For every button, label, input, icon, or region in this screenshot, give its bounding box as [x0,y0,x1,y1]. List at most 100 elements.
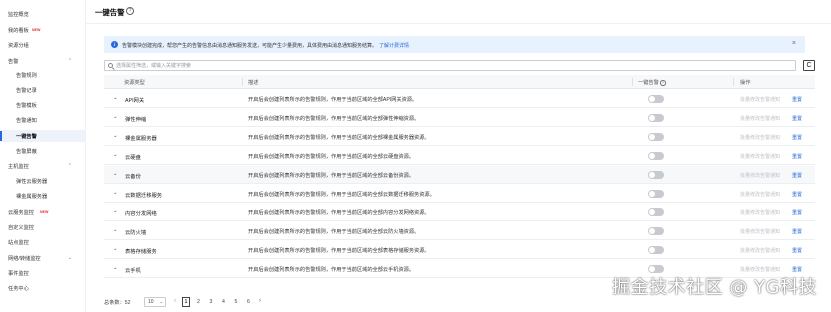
batch-modify-notification-link: 批量修改告警通知 [740,153,781,160]
description-cell: 开启后会创建列表所示的告警规则，作用于当前区域的全部云备份资源。 [248,172,415,179]
chevron-down-icon[interactable]: ⌄ [113,227,118,233]
chevron-down-icon[interactable]: ⌄ [113,114,118,120]
main-content: 一键告警 ? i 告警模块创建完成，帮您产生的告警信息由消息通知服务发送，可能产… [86,0,831,312]
reset-link[interactable]: 重置 [792,96,802,103]
resource-type-cell: 裸金属服务器 [125,135,157,142]
batch-modify-notification-link: 批量修改告警通知 [740,134,781,141]
page-number[interactable]: 3 [207,297,215,307]
page-number[interactable]: 4 [220,297,228,307]
resource-type-cell: 云防火墙 [125,230,147,237]
table-row: ⌄ 内容分发网络 开启后会创建列表所示的告警规则，作用于当前区域的全部内容分发网络资… [104,203,815,222]
sidebar-item-label: 告警 [8,58,19,65]
sidebar-item[interactable]: 告警屏蔽 [0,145,86,157]
column-header-label: 一键告警 [638,80,659,86]
one-click-alarm-toggle[interactable] [648,95,664,103]
sidebar-item-label: 告警屏蔽 [16,148,37,155]
chevron-down-icon[interactable]: ⌄ [113,246,118,252]
chevron-down-icon[interactable]: ⌄ [113,95,118,101]
batch-modify-notification-link: 批量修改告警通知 [740,229,781,236]
sidebar-item[interactable]: 告警规则 [0,69,86,81]
next-page-button[interactable]: › [259,298,261,304]
chevron-down-icon[interactable]: ⌄ [113,208,118,214]
one-click-alarm-toggle[interactable] [648,265,664,274]
sidebar-item-label: 资源分组 [8,42,29,49]
reset-link[interactable]: 重置 [792,247,802,254]
notice-banner: i 告警模块创建完成，帮您产生的告警信息由消息通知服务发送，可能产生少量费用，具… [104,36,805,53]
chevron-up-icon: ⌃ [67,58,72,64]
sidebar-item[interactable]: 资源分组 [0,39,86,51]
table-row: ⌄ 表格存储服务 开启后会创建列表所示的告警规则，作用于当前区域的全部表格存储服务资… [104,241,815,260]
help-icon[interactable]: ? [660,80,666,86]
search-box[interactable] [104,60,796,71]
close-icon[interactable]: × [792,40,796,47]
one-click-alarm-toggle[interactable] [648,113,664,122]
sidebar-item[interactable]: 一键告警 [0,130,86,142]
sidebar-item[interactable]: 弹性云服务器 [0,175,86,187]
batch-modify-notification-link: 批量修改告警通知 [740,210,781,217]
reset-link[interactable]: 重置 [792,134,802,141]
sidebar-item[interactable]: 网络/转储监控 ⌄ [0,252,86,264]
chevron-down-icon[interactable]: ⌄ [113,133,118,139]
one-click-alarm-toggle[interactable] [648,189,664,198]
one-click-alarm-toggle[interactable] [648,227,664,236]
sidebar: 监控概览 我的看板 NEW 资源分组 告警 ⌃ 告警规则 告警记录 告警模板 告警通知 一键告警 告警… [0,0,86,312]
title-divider [86,23,831,24]
reset-link[interactable]: 重置 [792,172,802,179]
resource-type-cell: 云硬盘 [125,154,141,161]
sidebar-item[interactable]: 事件监控 [0,267,86,279]
sidebar-item[interactable]: 任务中心 [0,282,86,294]
sidebar-item-label: 一键告警 [16,133,37,140]
sidebar-item[interactable]: 云服务监控 NEW [0,206,86,218]
column-header-description: 描述 [248,80,259,86]
one-click-alarm-toggle[interactable] [648,151,664,160]
table-row: ⌄ 云备份 开启后会创建列表所示的告警规则，作用于当前区域的全部云备份资源。 批量修改… [104,165,815,184]
reset-link[interactable]: 重置 [792,115,802,122]
help-icon[interactable]: ? [126,6,134,15]
reset-link[interactable]: 重置 [792,209,802,216]
description-cell: 开启后会创建列表所示的告警规则，作用于当前区域的全部弹性伸缩资源。 [248,115,420,122]
page-number[interactable]: 5 [232,297,240,307]
prev-page-button[interactable]: ‹ [174,298,176,304]
one-click-alarm-toggle[interactable] [648,170,664,179]
sidebar-item[interactable]: 监控概览 [0,8,86,20]
new-badge: NEW [40,210,49,214]
notice-link[interactable]: 了解计费详情 [379,43,409,49]
sidebar-item[interactable]: 自定义监控 [0,221,86,233]
sidebar-item[interactable]: 站点监控 [0,236,86,248]
description-cell: 开启后会创建列表所示的告警规则，作用于当前区域的全部裸金属服务器资源。 [248,134,430,141]
sidebar-item-label: 告警通知 [16,117,37,124]
new-badge: NEW [32,28,41,32]
chevron-down-icon[interactable]: ⌄ [113,265,118,271]
description-cell: 开启后会创建列表所示的告警规则，作用于当前区域的全部云硬盘资源。 [248,153,415,160]
chevron-down-icon[interactable]: ⌄ [113,190,118,196]
page-number[interactable]: 2 [195,297,203,307]
sidebar-item[interactable]: 主机监控 ⌃ [0,160,86,172]
chevron-down-icon: ⌄ [159,299,163,304]
reset-link[interactable]: 重置 [792,153,802,160]
sidebar-item[interactable]: 告警 ⌃ [0,55,86,67]
sidebar-item[interactable]: 告警模板 [0,99,86,111]
chevron-down-icon[interactable]: ⌄ [113,152,118,158]
one-click-alarm-toggle[interactable] [648,208,664,217]
reset-link[interactable]: 重置 [792,191,802,198]
page-number[interactable]: 1 [182,297,190,307]
sidebar-item[interactable]: 告警通知 [0,114,86,126]
sidebar-item[interactable]: 告警记录 [0,84,86,96]
sidebar-item[interactable]: 裸金属服务器 [0,190,86,202]
chevron-down-icon[interactable]: ⌄ [113,171,118,177]
sidebar-item[interactable]: 我的看板 NEW [0,24,86,36]
refresh-button[interactable]: C [803,60,815,71]
page-size-select[interactable]: 10 ⌄ [144,297,166,307]
batch-modify-notification-link: 批量修改告警通知 [740,115,781,122]
one-click-alarm-toggle[interactable] [648,132,664,141]
sidebar-item-label: 事件监控 [8,270,29,277]
batch-modify-notification-link: 批量修改告警通知 [740,191,781,198]
column-header-operation: 操作 [740,80,751,86]
sidebar-item-label: 监控概览 [8,11,29,18]
table-row: ⌄ 云防火墙 开启后会创建列表所示的告警规则，作用于当前区域的全部云防火墙资源。 批量… [104,222,815,241]
page-number[interactable]: 6 [245,297,253,307]
one-click-alarm-toggle[interactable] [648,246,664,255]
description-cell: 开启后会创建列表所示的告警规则，作用于当前区域的全部云手机资源。 [248,267,415,274]
reset-link[interactable]: 重置 [792,228,802,235]
search-input[interactable] [116,61,716,70]
